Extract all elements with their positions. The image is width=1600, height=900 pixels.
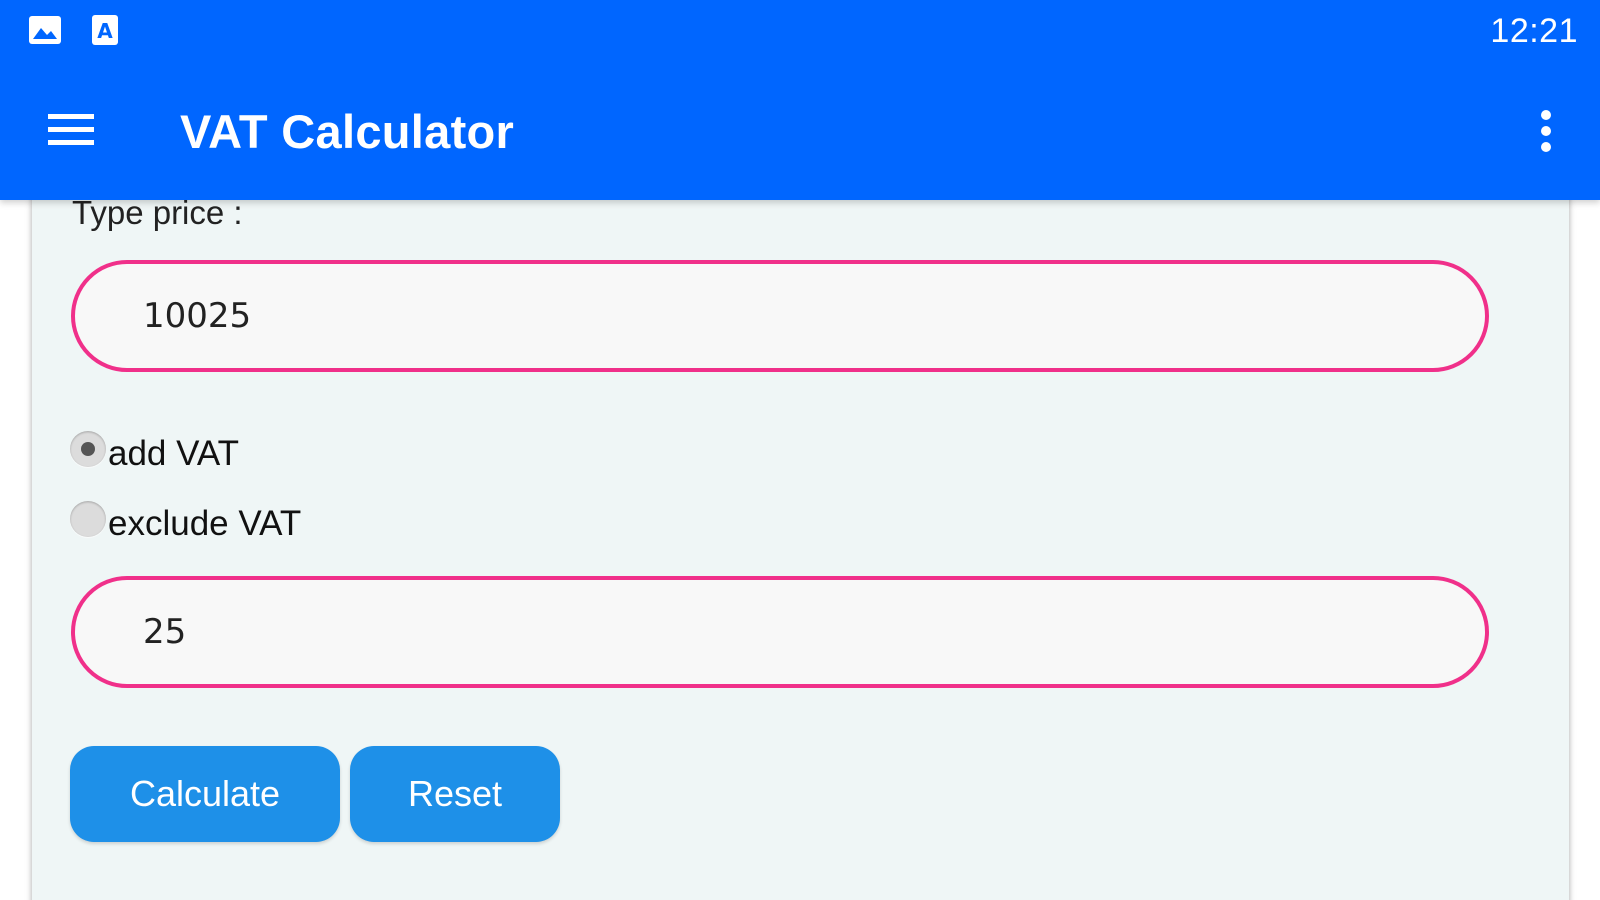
more-vert-icon (1541, 110, 1551, 152)
svg-text:A: A (97, 19, 113, 43)
app-title: VAT Calculator (180, 105, 515, 158)
vat-calculator-screen: A 12:21 VAT Calculator Type price : 1002… (0, 0, 1600, 900)
text-notification-icon: A (88, 14, 122, 46)
calculator-card: Type price : add VAT exclude VAT Calcula… (32, 190, 1569, 900)
app-bar: A 12:21 VAT Calculator (0, 0, 1600, 200)
status-bar-icons: A (28, 14, 122, 46)
status-time: 12:21 (1490, 12, 1578, 50)
add-vat-radio[interactable]: add VAT (70, 431, 239, 474)
vat-rate-input[interactable] (71, 576, 1489, 688)
price-input[interactable] (71, 260, 1489, 372)
hamburger-menu-button[interactable] (36, 102, 106, 158)
image-notification-icon (28, 14, 62, 46)
overflow-menu-button[interactable] (1522, 104, 1570, 158)
add-vat-label: add VAT (108, 434, 239, 473)
hamburger-menu-icon (48, 114, 94, 145)
add-vat-radio-circle[interactable] (70, 431, 106, 467)
exclude-vat-label: exclude VAT (108, 504, 302, 543)
reset-button[interactable]: Reset (350, 746, 560, 842)
exclude-vat-radio[interactable]: exclude VAT (70, 501, 302, 544)
calculate-button[interactable]: Calculate (70, 746, 340, 842)
exclude-vat-radio-circle[interactable] (70, 501, 106, 537)
